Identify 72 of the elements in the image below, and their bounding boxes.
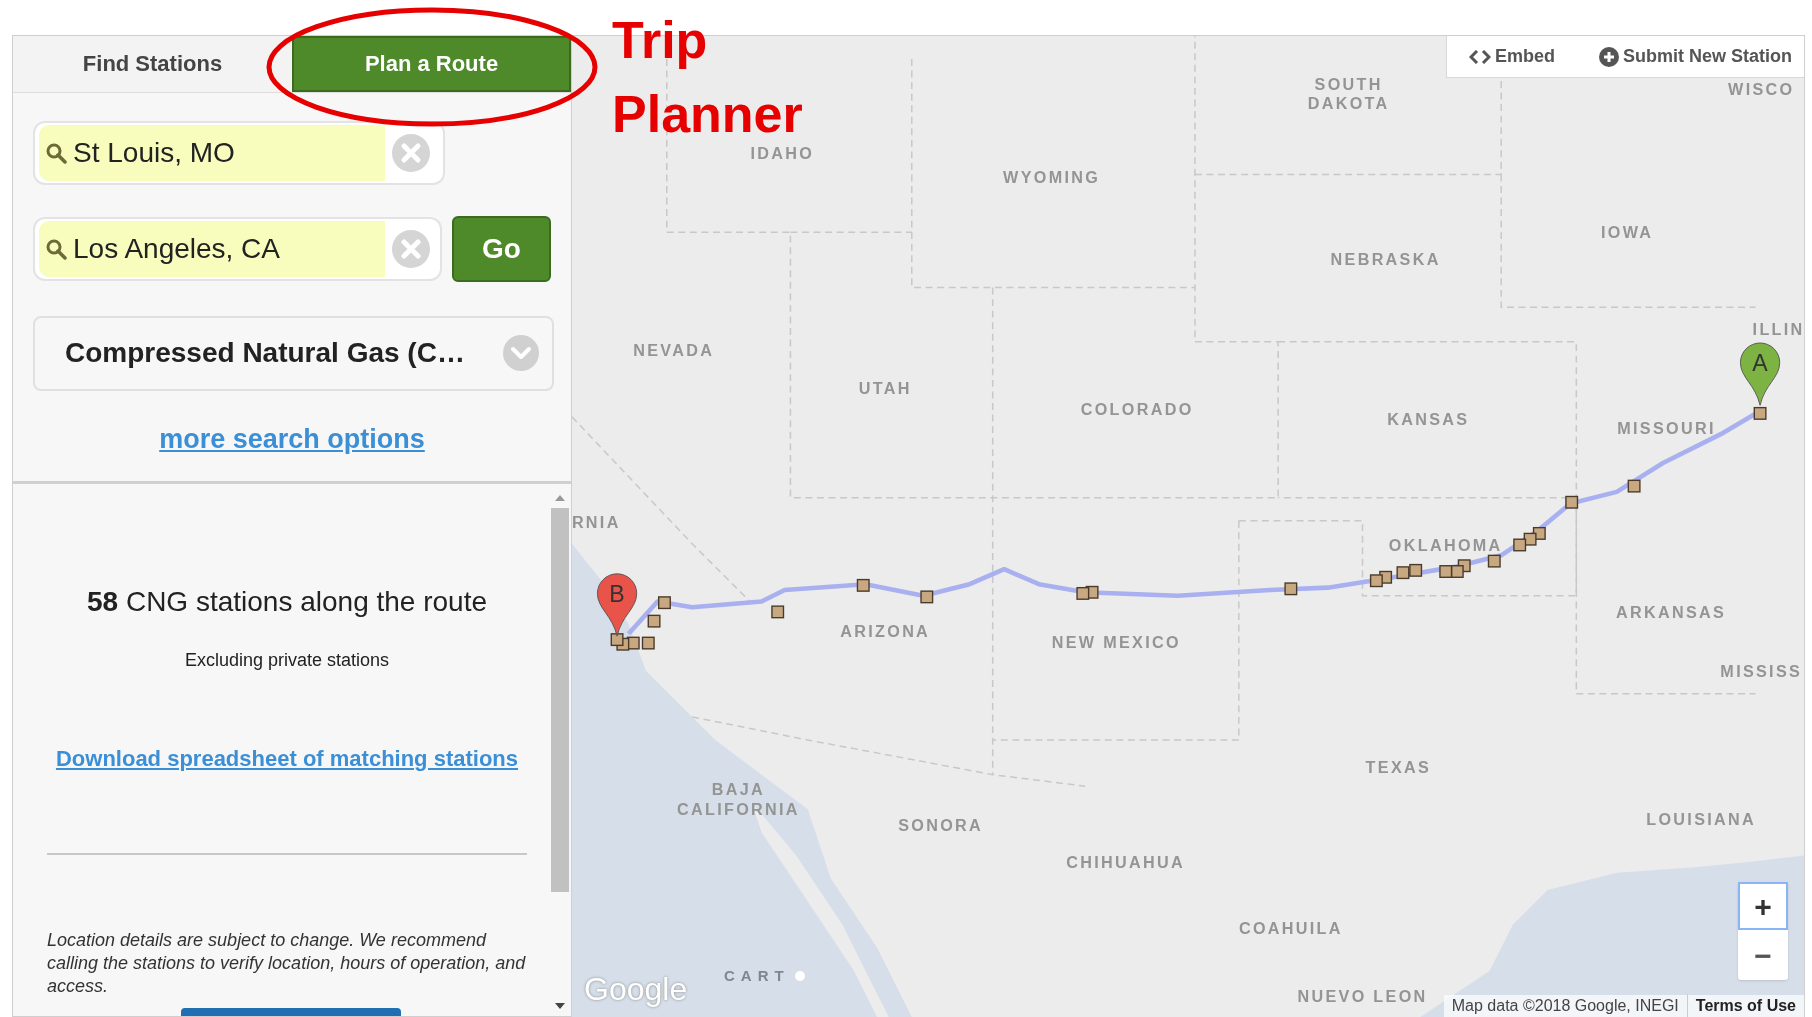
station-marker[interactable] <box>1369 574 1383 588</box>
map-label: ARIZONA <box>840 622 931 641</box>
map-label: WYOMING <box>1003 167 1101 186</box>
tab[interactable]: Plan a Route <box>292 36 571 92</box>
map-label: UTAH <box>858 378 912 397</box>
map-label: MISSISS <box>1720 661 1803 680</box>
station-marker[interactable] <box>610 633 624 647</box>
map-label: DAKOTA <box>1307 93 1390 112</box>
tab[interactable]: Find Stations <box>13 36 292 92</box>
map-label: SONORA <box>898 816 984 835</box>
zoom-out-button[interactable]: − <box>1738 930 1788 980</box>
scroll-down-icon[interactable] <box>554 1002 566 1010</box>
carto-logo: CART <box>724 965 790 986</box>
station-marker[interactable] <box>1076 586 1090 600</box>
map-pin[interactable]: A <box>1740 342 1781 406</box>
map-attribution: Map data ©2018 Google, INEGI <box>1450 996 1680 1016</box>
annotation-text: Planner <box>612 88 803 140</box>
toolbar-link[interactable]: Embed <box>1468 43 1555 70</box>
station-marker[interactable] <box>1523 532 1537 546</box>
station-marker[interactable] <box>1439 565 1453 578</box>
map-label: CHIHUAHUA <box>1066 853 1185 872</box>
chevron-down-icon <box>502 334 540 372</box>
plus-circle-icon <box>1599 46 1619 67</box>
map-label: COLORADO <box>1080 399 1194 418</box>
station-marker[interactable] <box>647 614 661 628</box>
station-marker[interactable] <box>658 596 671 610</box>
go-button[interactable]: Go <box>451 215 551 282</box>
location-field[interactable]: St Louis, MO <box>33 120 445 185</box>
station-marker[interactable] <box>1627 479 1641 493</box>
results-summary: 58 CNG stations along the route <box>86 585 488 619</box>
station-marker[interactable] <box>771 605 785 619</box>
station-marker[interactable] <box>1513 538 1527 552</box>
station-marker[interactable] <box>1565 495 1579 509</box>
station-marker[interactable] <box>920 590 934 604</box>
station-marker[interactable] <box>1284 582 1298 596</box>
map-label: CALIFORNIA <box>677 800 800 819</box>
toolbar-link[interactable]: Submit New Station <box>1599 43 1792 70</box>
code-brackets-icon <box>1468 49 1491 64</box>
search-icon <box>45 237 67 260</box>
map-label: NEW MEXICO <box>1051 632 1181 651</box>
map-label: TEXAS <box>1365 758 1432 777</box>
map-label: ILLIN <box>1752 319 1804 338</box>
results-note: Excluding private stations <box>183 649 391 672</box>
station-marker[interactable] <box>1409 563 1423 577</box>
map-label: COAHUILA <box>1238 918 1343 937</box>
station-marker[interactable] <box>1753 406 1767 420</box>
map-label: LOUISIANA <box>1646 810 1756 829</box>
disclaimer-text: Location details are subject to change. We recommend calling the stations to verify location, hours of operation, and access. <box>47 929 527 998</box>
station-marker[interactable] <box>1396 566 1410 580</box>
map-label: WISCO <box>1728 79 1795 98</box>
map-label: BAJA <box>711 780 766 799</box>
map-label: KANSAS <box>1387 409 1470 428</box>
map-label: RNIA <box>572 512 621 531</box>
scroll-up-icon[interactable] <box>554 494 566 502</box>
map-label: ARKANSAS <box>1616 602 1727 621</box>
terms-of-use-link[interactable]: Terms of Use <box>1686 994 1804 1017</box>
map-label: MISSOURI <box>1617 419 1716 438</box>
location-field[interactable]: Los Angeles, CA <box>33 216 442 281</box>
station-marker[interactable] <box>641 636 655 650</box>
map-label: IOWA <box>1601 223 1654 241</box>
map-label: NUEVO LEON <box>1297 987 1428 1005</box>
map-label: NEVADA <box>633 340 715 359</box>
map-label: IDAHO <box>750 144 815 163</box>
scrollbar-thumb[interactable] <box>551 508 569 892</box>
map-label: OKLAHOMA <box>1388 535 1503 554</box>
map-label: NEBRASKA <box>1330 249 1441 268</box>
search-icon <box>45 141 67 164</box>
station-marker[interactable] <box>856 578 870 592</box>
fuel-type-dropdown[interactable]: Compressed Natural Gas (C… <box>33 315 554 391</box>
zoom-in-button[interactable]: + <box>1738 882 1788 930</box>
map-label: SOUTH <box>1314 75 1383 94</box>
station-marker[interactable] <box>1487 554 1501 568</box>
